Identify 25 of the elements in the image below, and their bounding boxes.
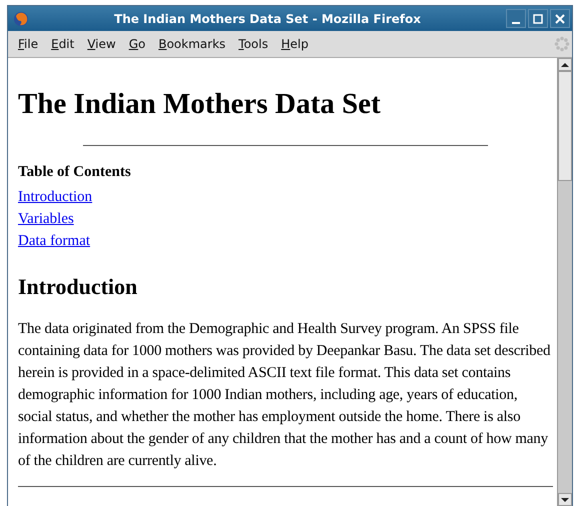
- globe-fox-icon: [13, 10, 29, 26]
- menu-item[interactable]: Edit: [51, 37, 74, 51]
- toc-link[interactable]: Data format: [18, 233, 90, 249]
- throbber-icon: [554, 36, 570, 52]
- toc-title: Table of Contents: [18, 164, 132, 181]
- page-heading: The Indian Mothers Data Set: [18, 88, 382, 121]
- menu-item[interactable]: File: [18, 37, 38, 51]
- close-button[interactable]: [550, 9, 570, 28]
- scroll-thumb[interactable]: [558, 71, 572, 181]
- section-heading: Introduction: [18, 274, 138, 300]
- menu-item[interactable]: Tools: [238, 37, 268, 51]
- minimize-icon: [512, 22, 520, 24]
- menu-item[interactable]: Bookmarks: [158, 37, 226, 51]
- maximize-button[interactable]: [528, 9, 548, 28]
- toc-link[interactable]: Variables: [18, 211, 74, 227]
- toc-link[interactable]: Introduction: [18, 189, 92, 205]
- maximize-icon: [533, 14, 543, 24]
- menu-item[interactable]: Help: [281, 37, 308, 51]
- window-title: The Indian Mothers Data Set - Mozilla Firefox: [113, 12, 422, 26]
- scrollbar[interactable]: [557, 58, 572, 506]
- menu-item[interactable]: Go: [128, 37, 146, 51]
- minimize-button[interactable]: [506, 9, 526, 28]
- menu-item[interactable]: View: [87, 37, 116, 51]
- close-icon: [555, 14, 565, 24]
- paragraph: The data originated from the Demographic and Health Survey program. An SPSS file containing data for 1000 mothers was provided by Deepankar Basu. The data set described herein is provided in a space-delimited ASCII text file format. This data set contains demographic information for 1000 Indian mothers, including age, years of education, social status, and whether the mother has employment outside the home. There is also information about the gender of any children that the mother has and a count of how many of the children are currently alive.: [18, 320, 552, 471]
